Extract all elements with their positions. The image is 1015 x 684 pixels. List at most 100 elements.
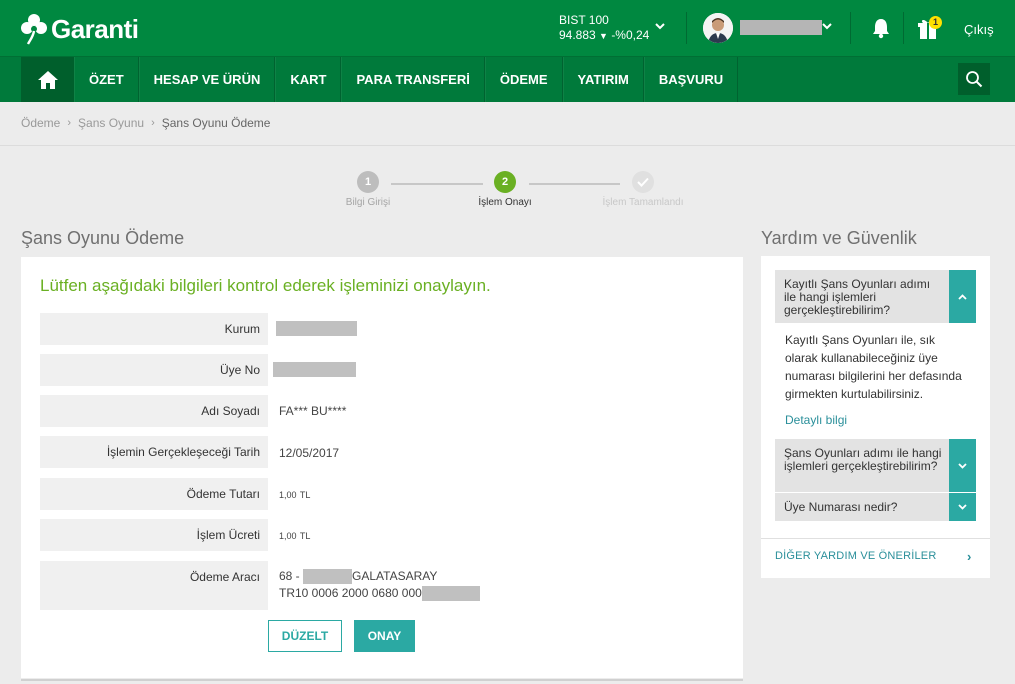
iban-prefix: TR10 0006 2000 0680 000	[279, 586, 422, 600]
search-icon	[966, 71, 983, 88]
row-value-adi-soyadi: FA*** BU****	[279, 404, 347, 418]
logo-text: Garanti	[51, 13, 139, 44]
garanti-logo[interactable]: Garanti	[20, 12, 139, 46]
row-value-odeme-tutari: 1,00 TL	[279, 487, 310, 501]
breadcrumb-divider	[0, 145, 1015, 146]
arrow-down-icon: ▼	[599, 31, 608, 41]
breadcrumb-item-sans-oyunu[interactable]: Şans Oyunu	[78, 116, 144, 130]
nav-item-hesap-ve-urun[interactable]: HESAP VE ÜRÜN	[138, 57, 276, 102]
row-label-uye-no: Üye No	[219, 363, 260, 377]
nav-item-odeme[interactable]: ÖDEME	[484, 57, 563, 102]
row-odeme-araci: Ödeme Aracı	[40, 561, 268, 610]
panel-bottom-border	[21, 679, 743, 681]
faq-item-1[interactable]: Kayıtlı Şans Oyunları adımı ile hangi iş…	[775, 270, 976, 323]
confirm-button[interactable]: ONAY	[354, 620, 415, 652]
home-button[interactable]	[21, 57, 74, 102]
step-3-circle	[632, 171, 654, 193]
confirmation-panel: Lütfen aşağıdaki bilgileri kontrol edere…	[21, 257, 743, 678]
fee-value: 1,00	[279, 531, 297, 541]
currency-label: TL	[299, 531, 311, 541]
row-label-adi-soyadi: Adı Soyadı	[201, 404, 260, 418]
chevron-down-icon[interactable]	[655, 19, 665, 33]
confirmation-heading: Lütfen aşağıdaki bilgileri kontrol edere…	[40, 276, 491, 295]
header-divider	[850, 12, 851, 44]
faq-question-2: Şans Oyunları adımı ile hangi işlemleri …	[784, 446, 942, 473]
masked-value	[276, 321, 357, 337]
masked-value	[421, 586, 480, 602]
chevron-up-icon[interactable]	[949, 270, 976, 323]
row-kurum: Kurum	[40, 313, 268, 345]
step-3-label: İşlem Tamamlandı	[602, 197, 684, 208]
row-label-odeme-araci: Ödeme Aracı	[189, 570, 260, 584]
bist-ticker[interactable]: BIST 100 94.883 ▼ -%0,24	[559, 13, 649, 44]
chevron-down-icon[interactable]	[949, 439, 976, 492]
step-1-label: Bilgi Girişi	[345, 197, 391, 208]
chevron-right-icon[interactable]: ›	[967, 549, 971, 564]
help-title: Yardım ve Güvenlik	[761, 228, 917, 248]
header-divider	[686, 12, 687, 44]
faq-item-3[interactable]: Üye Numarası nedir?	[775, 493, 976, 521]
row-value-odeme-araci: 68 - GALATASARAY TR10 0006 2000 0680 000	[279, 568, 480, 602]
row-odeme-tutari: Ödeme Tutarı	[40, 478, 268, 510]
row-label-odeme-tutari: Ödeme Tutarı	[186, 487, 260, 501]
step-2-label: İşlem Onayı	[478, 197, 532, 208]
step-1-circle: 1	[357, 171, 379, 193]
faq-question-3: Üye Numarası nedir?	[784, 500, 898, 514]
chevron-down-icon[interactable]	[949, 493, 976, 521]
edit-button[interactable]: DÜZELT	[268, 620, 342, 652]
bist-value: 94.883	[559, 28, 596, 42]
header-divider	[903, 12, 904, 44]
user-avatar[interactable]	[703, 13, 733, 43]
nav-item-yatirim[interactable]: YATIRIM	[562, 57, 644, 102]
nav-item-ozet[interactable]: ÖZET	[74, 57, 139, 102]
faq-item-2[interactable]: Şans Oyunları adımı ile hangi işlemleri …	[775, 439, 976, 492]
username-masked[interactable]	[740, 20, 822, 35]
checkmark-icon	[637, 177, 649, 187]
faq-question-1: Kayıtlı Şans Oyunları adımı ile hangi iş…	[784, 277, 931, 317]
help-divider	[761, 538, 990, 539]
row-value-uye-no	[273, 362, 356, 378]
logout-link[interactable]: Çıkış	[964, 22, 994, 37]
top-header: Garanti BIST 100 94.883 ▼ -%0,24 1 Çıkış	[0, 0, 1015, 56]
faq-answer-1: Kayıtlı Şans Oyunları ile, sık olarak ku…	[785, 333, 962, 401]
home-icon	[37, 70, 58, 89]
help-panel: Kayıtlı Şans Oyunları adımı ile hangi iş…	[761, 256, 990, 578]
step-2-circle: 2	[494, 171, 516, 193]
account-branch-prefix: 68 -	[279, 569, 304, 583]
masked-value	[303, 569, 353, 585]
breadcrumb-item-odeme[interactable]: Ödeme	[21, 116, 60, 130]
nav-item-kart[interactable]: KART	[275, 57, 342, 102]
row-label-islem-ucreti: İşlem Ücreti	[196, 528, 260, 542]
page-title: Şans Oyunu Ödeme	[21, 228, 185, 248]
row-label-tarih: İşlemin Gerçekleşeceği Tarih	[106, 445, 260, 459]
row-value-tarih: 12/05/2017	[279, 446, 340, 460]
row-label-kurum: Kurum	[224, 322, 260, 336]
currency-label: TL	[299, 490, 311, 500]
amount-value: 1,00	[279, 490, 297, 500]
step-connector	[529, 183, 620, 185]
chevron-right-icon: ›	[67, 117, 72, 129]
main-navigation: ÖZET HESAP VE ÜRÜN KART PARA TRANSFERİ Ö…	[0, 56, 1015, 102]
row-islem-ucreti: İşlem Ücreti	[40, 519, 268, 551]
step-connector	[391, 183, 483, 185]
user-menu-chevron-icon[interactable]	[822, 19, 832, 33]
nav-item-para-transferi[interactable]: PARA TRANSFERİ	[341, 57, 485, 102]
masked-value	[273, 362, 356, 378]
row-adi-soyadi: Adı Soyadı	[40, 395, 268, 427]
account-name: GALATASARAY	[352, 569, 438, 583]
details-link[interactable]: Detaylı bilgi	[785, 413, 847, 427]
breadcrumb: Ödeme › Şans Oyunu › Şans Oyunu Ödeme	[21, 116, 270, 130]
bell-icon[interactable]	[870, 17, 892, 39]
breadcrumb-item-current: Şans Oyunu Ödeme	[161, 116, 271, 130]
more-help-link[interactable]: DİĞER YARDIM VE ÖNERİLER	[775, 550, 936, 562]
notification-badge: 1	[929, 16, 942, 29]
clover-logo-icon	[21, 14, 47, 45]
row-value-kurum	[276, 321, 357, 337]
nav-item-basvuru[interactable]: BAŞVURU	[643, 57, 739, 102]
bist-change: -%0,24	[611, 28, 650, 42]
row-tarih: İşlemin Gerçekleşeceği Tarih	[40, 436, 268, 468]
row-value-islem-ucreti: 1,00 TL	[279, 528, 310, 542]
row-uye-no: Üye No	[40, 354, 268, 386]
search-button[interactable]	[958, 63, 990, 95]
bist-label: BIST 100	[559, 13, 609, 27]
